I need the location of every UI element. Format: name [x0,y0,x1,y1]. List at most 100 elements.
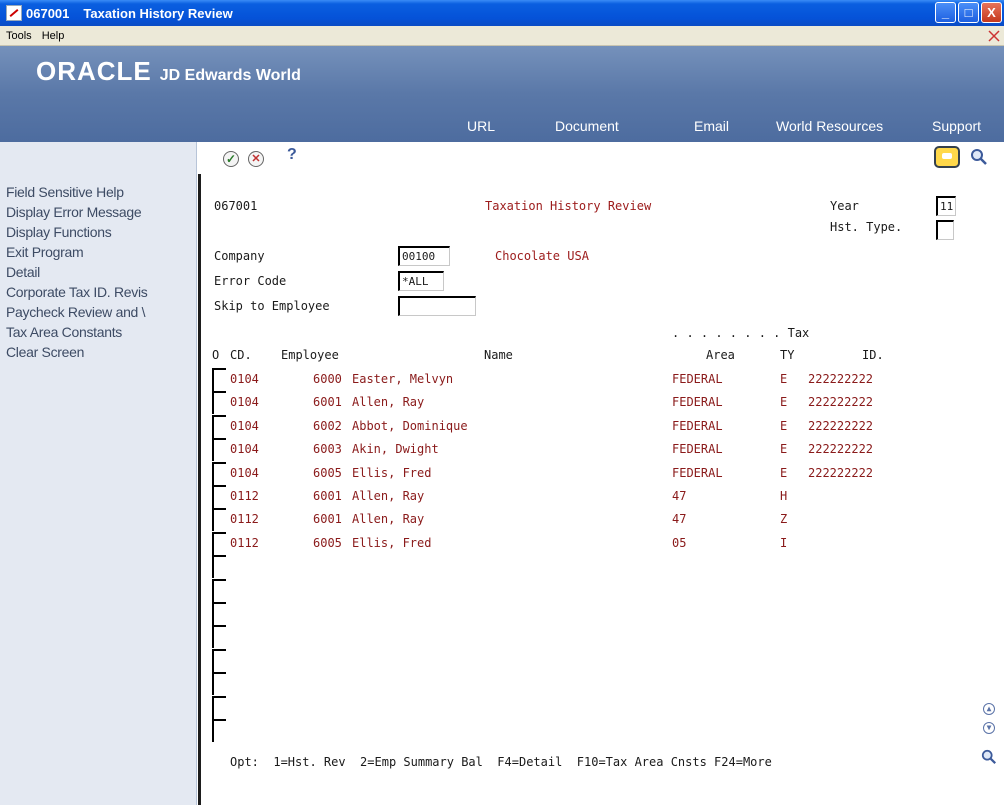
cell-id: 222222222 [808,372,874,386]
sidebar-item-clear-screen[interactable]: Clear Screen [0,342,196,362]
jde-logo-icon [988,30,1000,42]
oracle-logo: ORACLE JD Edwards World [36,56,301,87]
year-field[interactable]: 11 [936,196,956,216]
cell-employee: 6003 [313,442,342,457]
table-row: 0104 6003 Akin, Dwight FEDERAL E 222222222 [198,438,1004,462]
x-circle-icon[interactable]: ✕ [248,151,264,167]
form-toolbar: ✓ ✕ ? [198,142,1004,174]
table-row [198,555,1004,579]
sidebar-item-paycheck-review[interactable]: Paycheck Review and \ [0,302,196,322]
cell-ty: E [780,465,788,480]
sidebar-item-corporate-tax-id[interactable]: Corporate Tax ID. Revis [0,282,196,302]
menu-tools[interactable]: Tools [6,30,32,42]
minimize-button[interactable]: _ [935,2,956,23]
sidebar-item-exit-program[interactable]: Exit Program [0,242,196,262]
sidebar-item-field-help[interactable]: Field Sensitive Help [0,182,196,202]
cell-area: FEDERAL [672,418,723,433]
menu-help[interactable]: Help [42,30,65,42]
error-code-field[interactable]: *ALL [398,271,444,291]
row-option-field[interactable] [212,368,226,391]
cell-ty: H [780,489,788,503]
cell-employee: 6001 [313,512,342,527]
row-option-field[interactable] [212,602,226,625]
row-option-field[interactable] [212,625,226,649]
row-option-field[interactable] [212,555,226,579]
table-row: 0104 6002 Abbot, Dominique FEDERAL E 22222222… [198,414,1004,438]
close-button[interactable]: X [981,2,1002,23]
table-row: 0104 6005 Ellis, Fred FEDERAL E 222222222 [198,461,1004,485]
program-id: 067001 [214,199,258,213]
cell-name: Ellis, Fred [352,535,432,550]
cell-name: Allen, Ray [352,489,425,503]
row-option-field[interactable] [212,578,226,602]
cell-name: Ellis, Fred [352,465,432,480]
function-sidebar: Field Sensitive Help Display Error Messa… [0,142,197,805]
banner-links: URL Document Email World Resources Suppo… [0,118,1004,138]
cell-employee: 6005 [313,465,342,480]
cell-area: FEDERAL [672,372,723,386]
cell-ty: E [780,372,788,386]
column-header-id: ID. [862,348,884,362]
sidebar-item-error-message[interactable]: Display Error Message [0,202,196,222]
page-up-icon[interactable]: ▲ [983,703,995,715]
question-icon[interactable]: ? [287,146,297,164]
row-option-field[interactable] [212,695,226,719]
banner-link-url[interactable]: URL [467,118,495,134]
cell-employee: 6001 [313,489,342,503]
window-title: Taxation History Review [83,5,233,21]
company-field[interactable]: 00100 [398,246,450,266]
row-option-field[interactable] [212,414,226,438]
sidebar-item-display-functions[interactable]: Display Functions [0,222,196,242]
row-option-field[interactable] [212,648,226,672]
banner-link-support[interactable]: Support [932,118,981,134]
product-name: JD Edwards World [159,67,301,84]
cell-employee: 6002 [313,418,342,433]
cell-name: Allen, Ray [352,395,425,410]
skip-to-employee-field[interactable] [398,296,476,316]
column-header-name: Name [484,348,513,362]
cell-name: Abbot, Dominique [352,418,468,433]
table-row [198,695,1004,719]
row-option-field[interactable] [212,531,226,555]
window-controls: _ □ X [935,2,1002,23]
oracle-brand: ORACLE [36,56,152,86]
cell-employee: 6001 [313,395,342,410]
table-row: 0104 6001 Allen, Ray FEDERAL E 222222222 [198,391,1004,415]
page-down-icon[interactable]: ▼ [983,722,995,734]
cell-ty: E [780,418,788,433]
hst-type-field[interactable] [936,220,954,240]
row-option-field[interactable] [212,485,226,508]
row-option-field[interactable] [212,461,226,485]
banner-link-document[interactable]: Document [555,118,619,134]
table-row: 0112 6001 Allen, Ray 47 H [198,485,1004,508]
row-option-field[interactable] [212,438,226,462]
sidebar-item-detail[interactable]: Detail [0,262,196,282]
magnifier-icon[interactable] [970,148,988,166]
table-row [198,672,1004,696]
cell-area: FEDERAL [672,465,723,480]
taxation-history-form: 067001 Taxation History Review Year 11 H… [198,174,1004,805]
banner-link-world-resources[interactable]: World Resources [776,118,883,134]
row-option-field[interactable] [212,719,226,742]
cell-cd: 0112 [230,535,259,550]
check-circle-icon[interactable]: ✓ [223,151,239,167]
maximize-button[interactable]: □ [958,2,979,23]
chat-bubble-icon[interactable] [934,146,960,168]
table-row: 0112 6005 Ellis, Fred 05 I [198,531,1004,555]
cell-cd: 0104 [230,418,259,433]
column-header-ty: TY [780,348,795,362]
grid-search-icon[interactable] [981,749,997,765]
oracle-banner: ORACLE JD Edwards World URL Document Ema… [0,46,1004,142]
row-option-field[interactable] [212,672,226,696]
banner-link-email[interactable]: Email [694,118,729,134]
table-row: 0112 6001 Allen, Ray 47 Z [198,508,1004,532]
sidebar-item-tax-area-constants[interactable]: Tax Area Constants [0,322,196,342]
cell-name: Allen, Ray [352,512,425,527]
table-row: 0104 6000 Easter, Melvyn FEDERAL E 222222222 [198,368,1004,391]
row-option-field[interactable] [212,391,226,415]
menu-bar: Tools Help [0,26,1004,46]
cell-cd: 0104 [230,465,259,480]
cell-area: FEDERAL [672,442,723,457]
row-option-field[interactable] [212,508,226,532]
skip-to-employee-label: Skip to Employee [214,299,330,313]
